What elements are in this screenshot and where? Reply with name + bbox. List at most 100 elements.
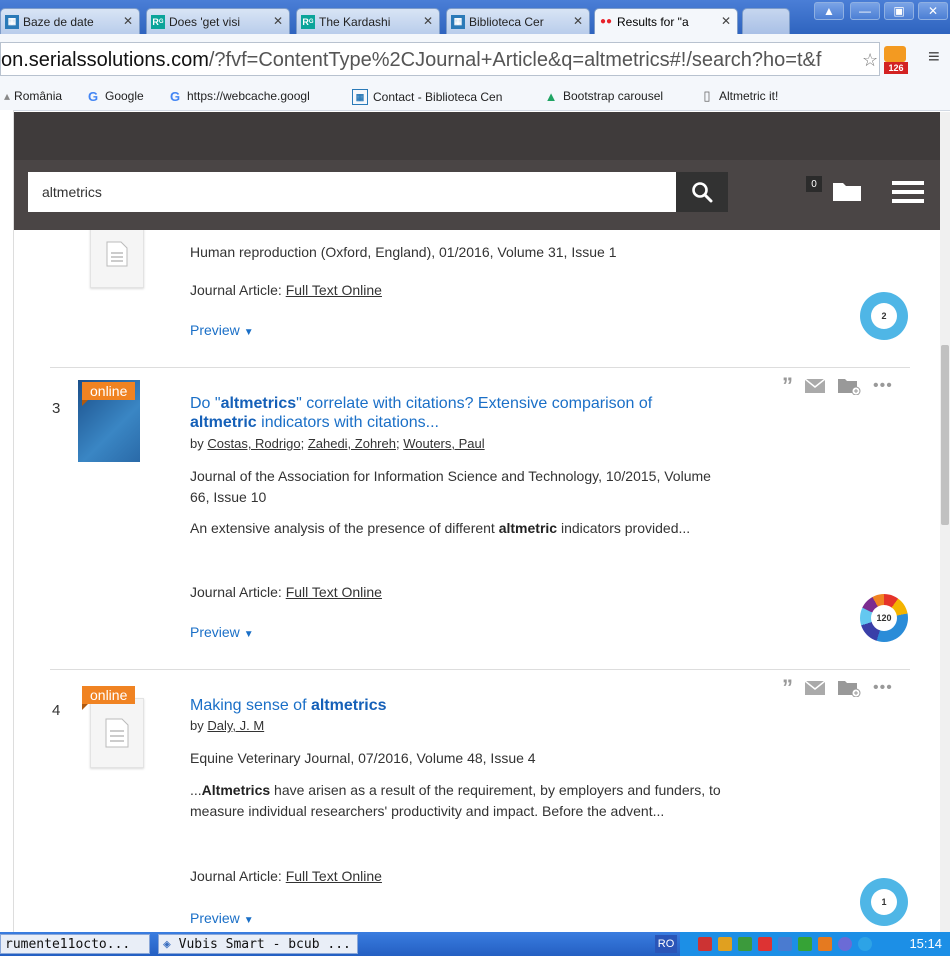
snippet-text: indicators provided... [557, 520, 691, 536]
new-tab-button[interactable] [742, 8, 790, 34]
result-meta: Human reproduction (Oxford, England), 01… [190, 244, 617, 260]
full-text-link[interactable]: Full Text Online [286, 868, 382, 884]
more-options-icon[interactable]: ••• [873, 377, 893, 395]
add-to-folder-icon[interactable] [837, 377, 861, 395]
google-icon: G [87, 88, 99, 104]
search-bar: 0 [0, 160, 950, 230]
title-highlight: altmetrics [310, 697, 387, 714]
close-icon[interactable]: ✕ [273, 14, 283, 28]
hamburger-menu-icon[interactable] [892, 180, 924, 204]
rss-icon[interactable]: 126 [884, 46, 908, 74]
tab-the-kardashi[interactable]: RG The Kardashi ✕ [296, 8, 440, 34]
tray-app-icon[interactable] [838, 937, 852, 951]
tray-app-icon[interactable] [818, 937, 832, 951]
cite-icon[interactable]: ” [782, 675, 793, 701]
snippet-text: An extensive analysis of the presence of… [190, 520, 499, 536]
result-number: 4 [52, 702, 61, 719]
bookmark-romania[interactable]: ▴ România [4, 89, 62, 103]
library-icon: ▦ [5, 14, 19, 29]
tab-does-get-visi[interactable]: RG Does 'get visi ✕ [146, 8, 290, 34]
tab-label: Baze de date [23, 14, 94, 29]
result-authors: by Daly, J. M [190, 718, 264, 733]
taskbar-item-instrumente[interactable]: rumente11octo... [0, 934, 150, 954]
browser-menu-icon[interactable]: ≡ [928, 46, 940, 69]
tray-app-icon[interactable] [758, 937, 772, 951]
bookmark-label: Altmetric it! [719, 89, 779, 103]
url-host: on.serialssolutions.com [1, 49, 209, 71]
user-icon[interactable]: ▲ [814, 2, 844, 20]
tray-app-icon[interactable] [778, 937, 792, 951]
close-window-button[interactable]: ✕ [918, 2, 948, 20]
tray-app-icon[interactable] [858, 937, 872, 951]
preview-label: Preview [190, 322, 240, 338]
tray-app-icon[interactable] [798, 937, 812, 951]
search-button[interactable] [676, 172, 728, 212]
full-text-line: Journal Article: Full Text Online [190, 282, 382, 298]
star-icon[interactable]: ☆ [862, 50, 878, 71]
result-snippet: An extensive analysis of the presence of… [190, 518, 750, 539]
altmetric-donut[interactable]: 2 [860, 292, 908, 340]
tab-baze-de-date[interactable]: ▦ Baze de date ✕ [0, 8, 140, 34]
tab-results[interactable]: ●● Results for "a ✕ [594, 8, 738, 34]
document-thumbnail[interactable] [90, 230, 144, 288]
tray-app-icon[interactable] [738, 937, 752, 951]
more-options-icon[interactable]: ••• [873, 679, 893, 697]
preview-toggle[interactable]: Preview ▼ [190, 624, 254, 640]
document-icon [105, 718, 129, 748]
author-link[interactable]: Wouters, Paul [403, 436, 484, 451]
altmetric-donut[interactable]: 120 [860, 594, 908, 642]
folder-icon[interactable] [832, 180, 862, 202]
full-text-link[interactable]: Full Text Online [286, 282, 382, 298]
email-icon[interactable] [805, 379, 825, 393]
result-meta: Journal of the Association for Informati… [190, 468, 711, 505]
author-link[interactable]: Daly, J. M [207, 718, 264, 733]
bookmark-webcache[interactable]: G https://webcache.googl [168, 89, 310, 104]
snippet-highlight: Altmetrics [201, 782, 271, 798]
close-icon[interactable]: ✕ [123, 14, 133, 28]
tab-biblioteca[interactable]: ▦ Biblioteca Cer ✕ [446, 8, 590, 34]
title-text: Making sense of [190, 697, 311, 714]
result-title[interactable]: Do "altmetrics" correlate with citations… [190, 394, 660, 432]
language-indicator[interactable]: RO [655, 935, 677, 953]
result-title[interactable]: Making sense of altmetrics [190, 696, 660, 715]
cite-icon[interactable]: ” [782, 373, 793, 399]
bookmark-label: România [14, 89, 63, 103]
preview-toggle[interactable]: Preview ▼ [190, 910, 254, 926]
folder-count-badge: 0 [806, 176, 822, 192]
bookmark-label: Google [105, 89, 144, 103]
arrow-icon: ▴ [4, 89, 11, 103]
email-icon[interactable] [805, 681, 825, 695]
url-path: /?fvf=ContentType%2CJournal+Article&q=al… [208, 49, 822, 71]
tab-label: Results for "a [617, 14, 689, 29]
tray-app-icon[interactable] [698, 937, 712, 951]
url-field[interactable]: on.serialssolutions.com/?fvf=ContentType… [0, 42, 880, 76]
researchgate-icon: RG [301, 14, 315, 29]
bookmark-contact[interactable]: ▦ Contact - Biblioteca Cen [352, 89, 502, 105]
add-to-folder-icon[interactable] [837, 679, 861, 697]
title-text: indicators with citations... [256, 414, 439, 431]
bookmark-altmetric-it[interactable]: ▯ Altmetric it! [700, 88, 779, 103]
bookmark-google[interactable]: G Google [86, 88, 144, 104]
tab-label: Biblioteca Cer [469, 14, 544, 29]
library-icon: ▦ [451, 14, 465, 29]
title-highlight: altmetric [190, 414, 257, 431]
author-link[interactable]: Costas, Rodrigo [207, 436, 300, 451]
close-icon[interactable]: ✕ [423, 14, 433, 28]
tray-app-icon[interactable] [718, 937, 732, 951]
full-text-link[interactable]: Full Text Online [286, 584, 382, 600]
minimize-button[interactable]: — [850, 2, 880, 20]
close-icon[interactable]: ✕ [721, 14, 731, 28]
author-link[interactable]: Zahedi, Zohreh [308, 436, 396, 451]
scrollbar-thumb[interactable] [941, 345, 949, 525]
maximize-button[interactable]: ▣ [884, 2, 914, 20]
bookmark-bootstrap-carousel[interactable]: ▲ Bootstrap carousel [544, 89, 664, 104]
researchgate-icon: RG [151, 14, 165, 29]
content-type: Journal Article: [190, 584, 282, 600]
taskbar-item-vubis[interactable]: ◈ Vubis Smart - bcub ... [158, 934, 358, 954]
document-thumbnail[interactable] [90, 698, 144, 768]
altmetric-donut[interactable]: 1 [860, 878, 908, 926]
search-input[interactable] [28, 172, 676, 212]
preview-toggle[interactable]: Preview ▼ [190, 322, 254, 338]
altmetric-score: 120 [871, 605, 897, 631]
close-icon[interactable]: ✕ [573, 14, 583, 28]
